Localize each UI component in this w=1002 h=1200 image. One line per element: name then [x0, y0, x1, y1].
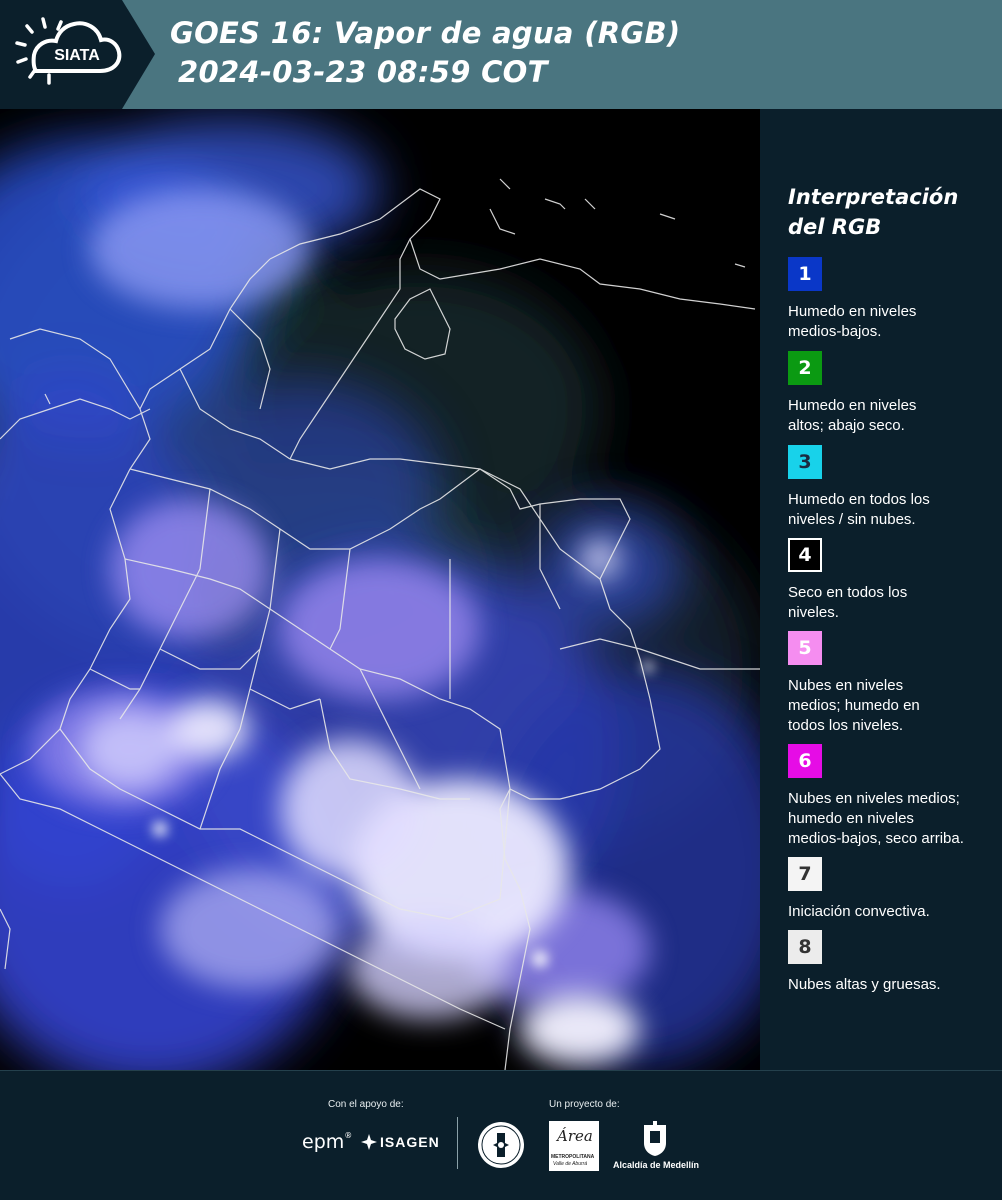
legend-item-5: 5 Nubes en niveles medios; humedo en tod… — [788, 631, 998, 736]
legend-line: Seco en todos los — [788, 584, 908, 601]
legend-badge: 2 — [788, 351, 822, 385]
university-seal[interactable] — [477, 1121, 525, 1174]
legend-badge: 6 — [788, 744, 822, 778]
legend-description: Iniciación convectiva. — [788, 902, 998, 922]
legend-number: 7 — [798, 863, 812, 885]
legend-line: altos; abajo seco. — [788, 417, 905, 434]
legend-number: 4 — [798, 544, 812, 566]
legend-number: 6 — [798, 750, 812, 772]
seal-icon — [478, 1122, 524, 1168]
isagen-icon — [361, 1134, 377, 1150]
area-name: Área — [557, 1127, 593, 1145]
legend-badge: 3 — [788, 445, 822, 479]
legend-line: medios-bajos. — [788, 323, 882, 340]
legend-title: Interpretación del RGB — [788, 182, 993, 242]
legend-line: niveles. — [788, 604, 839, 621]
legend-badge: 5 — [788, 631, 822, 665]
page-title: GOES 16: Vapor de agua (RGB) — [170, 16, 681, 50]
legend-line: todos los niveles. — [788, 717, 904, 734]
area-sub2: Valle de Aburrá — [553, 1161, 588, 1167]
water-vapor-rgb-image — [0, 109, 760, 1070]
legend-number: 8 — [798, 936, 812, 958]
isagen-text: ISAGEN — [380, 1134, 440, 1150]
legend-line: Humedo en niveles — [788, 397, 917, 414]
legend-title-line1: Interpretación — [788, 185, 959, 209]
page-timestamp: 2024-03-23 08:59 COT — [178, 55, 548, 89]
legend-line: medios-bajos, seco arriba. — [788, 830, 964, 847]
logo-text: SIATA — [54, 47, 100, 64]
legend-description: Humedo en todos los niveles / sin nubes. — [788, 490, 998, 530]
legend-item-3: 3 Humedo en todos los niveles / sin nube… — [788, 445, 998, 530]
legend-line: humedo en niveles — [788, 810, 914, 827]
epm-logo-text: epm — [302, 1131, 345, 1153]
support-label: Con el apoyo de: — [328, 1099, 404, 1110]
legend-line: niveles / sin nubes. — [788, 511, 916, 528]
siata-logo-icon: SIATA — [0, 0, 155, 109]
legend-description: Humedo en niveles altos; abajo seco. — [788, 396, 998, 436]
siata-logo[interactable]: SIATA — [0, 0, 155, 109]
legend-line: medios; humedo en — [788, 697, 920, 714]
legend-line: Nubes altas y gruesas. — [788, 976, 941, 993]
legend-item-2: 2 Humedo en niveles altos; abajo seco. — [788, 351, 998, 436]
alcaldia-medellin-logo[interactable] — [642, 1121, 668, 1162]
legend-badge: 7 — [788, 857, 822, 891]
legend-number: 3 — [798, 451, 812, 473]
legend-badge: 1 — [788, 257, 822, 291]
legend-line: Iniciación convectiva. — [788, 903, 930, 920]
legend-number: 2 — [798, 357, 812, 379]
header-bar: SIATA GOES 16: Vapor de agua (RGB) 2024-… — [0, 0, 1002, 109]
legend-description: Seco en todos los niveles. — [788, 583, 998, 623]
legend-line: Nubes en niveles — [788, 677, 904, 694]
legend-description: Nubes en niveles medios; humedo en todos… — [788, 676, 998, 736]
legend-title-line2: del RGB — [788, 215, 882, 239]
epm-logo[interactable]: epm® — [302, 1131, 352, 1153]
footer: Con el apoyo de: Un proyecto de: epm® IS… — [0, 1070, 1002, 1200]
alcaldia-text: Alcaldía de Medellín — [613, 1160, 700, 1170]
area-metropolitana-logo[interactable]: Área METROPOLITANA Valle de Aburrá — [549, 1121, 599, 1171]
legend-description: Humedo en niveles medios-bajos. — [788, 302, 998, 342]
legend-description: Nubes en niveles medios; humedo en nivel… — [788, 789, 998, 849]
legend-item-6: 6 Nubes en niveles medios; humedo en niv… — [788, 744, 998, 849]
legend-number: 1 — [798, 263, 812, 285]
legend-line: Humedo en niveles — [788, 303, 917, 320]
footer-divider — [457, 1117, 458, 1169]
satellite-image[interactable] — [0, 109, 760, 1070]
legend-description: Nubes altas y gruesas. — [788, 975, 998, 995]
legend-item-1: 1 Humedo en niveles medios-bajos. — [788, 257, 998, 342]
legend-number: 5 — [798, 637, 812, 659]
legend-panel: Interpretación del RGB 1 Humedo en nivel… — [760, 109, 1002, 1070]
alcaldia-shield-icon — [644, 1121, 666, 1156]
legend-item-4: 4 Seco en todos los niveles. — [788, 538, 998, 623]
legend-badge: 8 — [788, 930, 822, 964]
legend-line: Nubes en niveles medios; — [788, 790, 960, 807]
area-sub1: METROPOLITANA — [551, 1154, 595, 1160]
legend-item-7: 7 Iniciación convectiva. — [788, 857, 998, 922]
legend-item-8: 8 Nubes altas y gruesas. — [788, 930, 998, 995]
legend-line: Humedo en todos los — [788, 491, 930, 508]
legend-badge: 4 — [788, 538, 822, 572]
project-label: Un proyecto de: — [549, 1099, 620, 1110]
